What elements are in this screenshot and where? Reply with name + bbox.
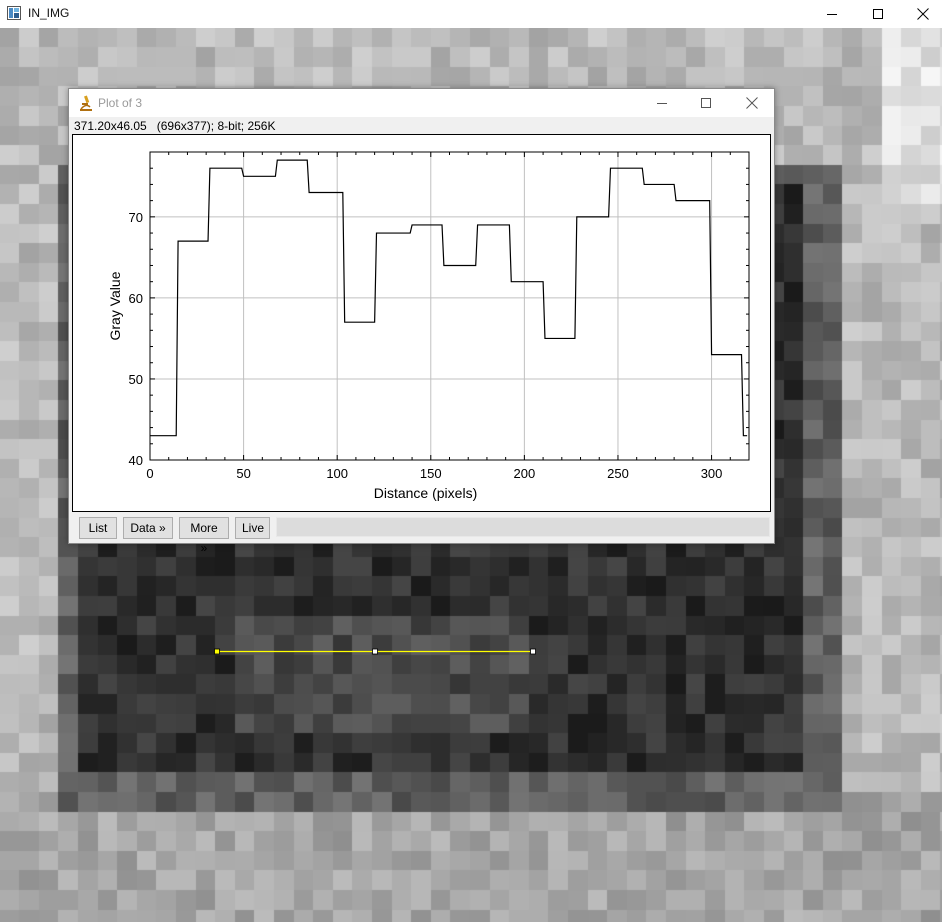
plot-maximize-button[interactable] — [683, 89, 729, 117]
plot-minimize-button[interactable] — [639, 89, 685, 117]
maximize-icon — [873, 9, 883, 19]
plot-window-titlebar[interactable]: Plot of 3 — [69, 89, 774, 117]
y-tick-label: 40 — [129, 453, 143, 468]
x-tick-label: 50 — [236, 466, 250, 481]
x-tick-label: 300 — [701, 466, 723, 481]
main-maximize-button[interactable] — [855, 0, 901, 28]
x-tick-label: 250 — [607, 466, 629, 481]
y-tick-label: 70 — [129, 210, 143, 225]
plot-toolbar: List Data » More » Live — [69, 515, 774, 555]
y-tick-label: 60 — [129, 291, 143, 306]
plot-window[interactable]: Plot of 3 371.20x46.05 (696x377); 8-bit;… — [68, 88, 775, 555]
main-window-titlebar[interactable]: IN_IMG — [0, 0, 942, 28]
maximize-icon — [701, 98, 711, 108]
profile-plot: 0 50 100 150 200 250 300 40 50 60 70 Distance (pixe… — [107, 151, 750, 501]
main-close-button[interactable] — [900, 0, 942, 28]
y-tick-label: 50 — [129, 372, 143, 387]
minimize-icon — [827, 14, 837, 15]
plot-canvas[interactable]: 0 50 100 150 200 250 300 40 50 60 70 Distance (pixe… — [72, 134, 771, 512]
plot-close-button[interactable] — [729, 89, 775, 117]
plot-window-title: Plot of 3 — [98, 96, 143, 110]
plot-status-field — [276, 517, 770, 537]
more-button[interactable]: More » — [179, 517, 229, 555]
main-minimize-button[interactable] — [809, 0, 855, 28]
minimize-icon — [657, 103, 667, 104]
x-tick-label: 200 — [514, 466, 536, 481]
x-tick-label: 100 — [326, 466, 348, 481]
close-icon — [746, 97, 758, 109]
plot-image-info: 371.20x46.05 (696x377); 8-bit; 256K — [74, 119, 276, 133]
main-window-title: IN_IMG — [28, 6, 70, 20]
close-icon — [917, 8, 929, 20]
live-button[interactable]: Live — [235, 517, 270, 539]
imagej-image-icon — [7, 6, 21, 20]
x-tick-label: 0 — [146, 466, 153, 481]
data-button[interactable]: Data » — [123, 517, 173, 539]
x-tick-label: 150 — [420, 466, 442, 481]
y-axis-label: Gray Value — [107, 271, 123, 340]
x-axis-label: Distance (pixels) — [374, 485, 477, 501]
plot-axes-frame — [149, 151, 750, 461]
microscope-icon — [80, 95, 92, 111]
list-button[interactable]: List — [79, 517, 117, 539]
